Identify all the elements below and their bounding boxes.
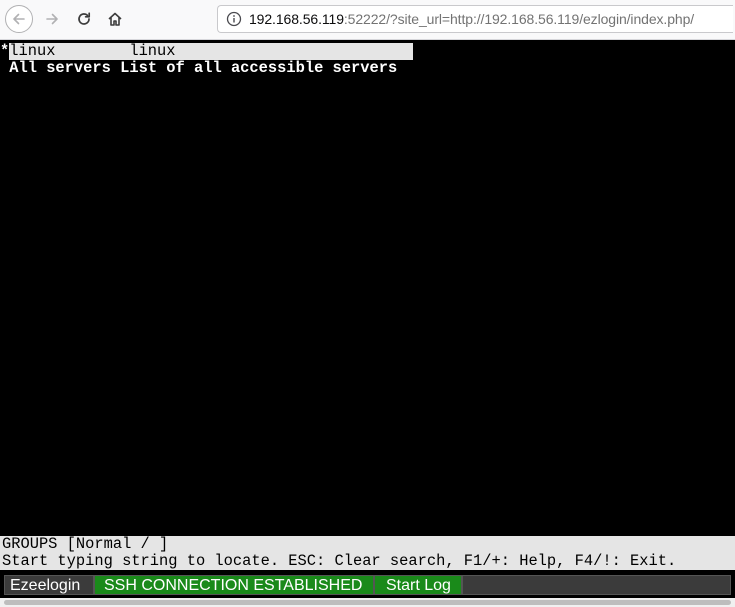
scrollbar-thumb[interactable] xyxy=(4,600,731,605)
home-button[interactable] xyxy=(101,5,129,33)
server-row-selected[interactable]: *linux linux xyxy=(0,42,414,60)
info-icon[interactable] xyxy=(226,11,242,27)
terminal-status-area: GROUPS [Normal / ] Start typing string t… xyxy=(0,536,735,570)
bottom-tabs: Ezeelogin SSH CONNECTION ESTABLISHED Sta… xyxy=(4,575,731,595)
row-marker xyxy=(0,59,9,77)
forward-icon xyxy=(46,13,58,25)
server-description: linux xyxy=(129,42,176,60)
ezeelogin-tab[interactable]: Ezeelogin xyxy=(4,575,94,595)
home-icon xyxy=(108,12,122,26)
reload-icon xyxy=(78,12,91,25)
ssh-connection-status[interactable]: SSH CONNECTION ESTABLISHED xyxy=(94,575,374,595)
server-name: linux xyxy=(9,42,56,60)
start-log-button[interactable]: Start Log xyxy=(374,575,462,595)
bottom-bar-filler xyxy=(462,575,731,595)
groups-status-line: GROUPS [Normal / ] xyxy=(2,535,169,553)
server-row[interactable]: All servers List of all accessible serve… xyxy=(0,60,397,77)
url-host: 192.168.56.119 xyxy=(249,11,344,27)
bottom-bar: Ezeelogin SSH CONNECTION ESTABLISHED Sta… xyxy=(0,570,735,607)
url-bar[interactable]: 192.168.56.119:52222/?site_url=http://19… xyxy=(217,5,733,33)
url-text: 192.168.56.119:52222/?site_url=http://19… xyxy=(249,11,694,27)
server-description: List of all accessible servers xyxy=(120,59,398,77)
selected-row-highlight: linux linux xyxy=(9,42,414,60)
browser-toolbar: 192.168.56.119:52222/?site_url=http://19… xyxy=(0,0,735,40)
reload-button[interactable] xyxy=(70,5,98,33)
terminal-screen[interactable]: *linux linux All servers List of all acc… xyxy=(0,40,735,536)
back-icon xyxy=(13,13,25,25)
server-name: All servers xyxy=(9,59,111,77)
selection-marker: * xyxy=(0,42,10,60)
forward-button[interactable] xyxy=(38,5,66,33)
help-status-line: Start typing string to locate. ESC: Clea… xyxy=(2,552,677,570)
back-button[interactable] xyxy=(5,5,33,33)
url-path: :52222/?site_url=http://192.168.56.119/e… xyxy=(343,11,695,27)
